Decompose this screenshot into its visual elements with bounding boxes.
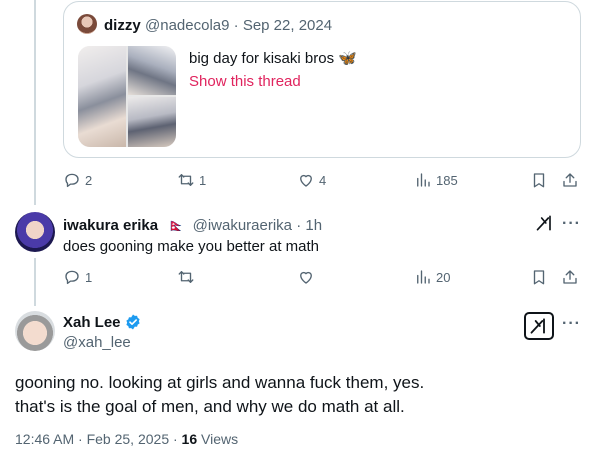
thread-line-mid xyxy=(34,258,36,306)
reply-author-line: iwakura erika 🇳🇵 @iwakuraerika · 1h xyxy=(63,217,322,234)
show-thread-link[interactable]: Show this thread xyxy=(189,73,301,90)
quoted-media-grid[interactable] xyxy=(78,46,176,147)
repost-icon xyxy=(178,174,194,186)
main-author-handle[interactable]: @xah_lee xyxy=(63,334,131,351)
main-views-count: 16 xyxy=(181,431,198,447)
repost-button[interactable] xyxy=(177,268,199,286)
bookmark-button[interactable] xyxy=(530,171,548,189)
grok-icon[interactable] xyxy=(535,213,555,233)
like-button[interactable]: 4 xyxy=(297,171,326,189)
main-timestamp[interactable]: 12:46 AM · Feb 25, 2025 · xyxy=(15,431,182,447)
bookmark-icon xyxy=(533,270,545,285)
reply-button[interactable]: 1 xyxy=(63,268,92,286)
share-icon xyxy=(563,270,577,284)
like-icon xyxy=(300,174,312,187)
quoted-tweet-card[interactable]: dizzy @nadecola9 · Sep 22, 2024 big day … xyxy=(63,1,581,158)
like-button[interactable] xyxy=(297,268,319,286)
reply-more-icon[interactable]: ··· xyxy=(562,215,581,233)
parent-action-row: 2 1 4 185 xyxy=(63,171,583,193)
quoted-tweet-text: big day for kisaki bros 🦋 xyxy=(189,50,357,67)
share-button[interactable] xyxy=(561,171,579,189)
main-tweet-line-2: that's is the goal of men, and why we do… xyxy=(15,397,405,416)
quoted-author-handle: @nadecola9 xyxy=(145,17,230,34)
meta-separator: · xyxy=(296,217,302,234)
views-button[interactable]: 185 xyxy=(414,171,458,189)
bookmark-icon xyxy=(533,173,545,188)
main-tweet-meta: 12:46 AM · Feb 25, 2025 · 16 Views xyxy=(15,431,238,447)
views-icon xyxy=(417,270,430,284)
like-count: 4 xyxy=(319,172,327,188)
reply-button[interactable]: 2 xyxy=(63,171,92,189)
views-button[interactable]: 20 xyxy=(414,268,450,286)
share-button[interactable] xyxy=(561,268,579,286)
reply-count: 2 xyxy=(85,172,93,188)
reply-icon xyxy=(65,270,79,285)
reply-icon xyxy=(65,173,79,188)
quoted-date: Sep 22, 2024 xyxy=(242,17,333,34)
like-icon xyxy=(300,271,312,284)
main-tweet-line-1: gooning no. looking at girls and wanna f… xyxy=(15,373,425,392)
main-author-name-row[interactable]: Xah Lee xyxy=(63,313,142,331)
repost-icon xyxy=(178,271,194,283)
meta-separator: · xyxy=(233,17,239,34)
views-count: 20 xyxy=(436,269,451,285)
verified-badge-icon xyxy=(125,314,140,330)
reply-author-avatar[interactable] xyxy=(15,212,55,252)
quoted-photo-2[interactable] xyxy=(128,46,176,95)
views-icon xyxy=(417,173,430,187)
reply-author-handle[interactable]: @iwakuraerika xyxy=(193,217,292,234)
bookmark-button[interactable] xyxy=(530,268,548,286)
main-more-icon[interactable]: ··· xyxy=(562,315,581,333)
reply-author-name[interactable]: iwakura erika xyxy=(63,217,158,234)
quoted-author-name: dizzy xyxy=(104,17,141,34)
reply-time[interactable]: 1h xyxy=(305,217,322,234)
reply-count: 1 xyxy=(85,269,93,285)
grok-button[interactable] xyxy=(524,312,554,340)
grok-icon xyxy=(530,318,545,334)
reply-action-row: 1 20 xyxy=(63,268,583,290)
main-author-avatar[interactable] xyxy=(15,311,55,351)
repost-button[interactable]: 1 xyxy=(177,171,206,189)
quoted-photo-3[interactable] xyxy=(128,97,176,147)
main-tweet-text: gooning no. looking at girls and wanna f… xyxy=(15,371,424,419)
repost-count: 1 xyxy=(199,172,207,188)
quoted-author-meta: @nadecola9 · Sep 22, 2024 xyxy=(145,17,332,34)
nepal-flag-icon: 🇳🇵 xyxy=(168,218,185,233)
main-views-label: Views xyxy=(197,431,239,447)
quoted-author-avatar xyxy=(77,14,97,34)
reply-tweet-text: does gooning make you better at math xyxy=(63,238,319,255)
thread-line-top xyxy=(34,0,36,205)
quoted-photo-1[interactable] xyxy=(78,46,126,147)
share-icon xyxy=(563,173,577,187)
views-count: 185 xyxy=(436,172,458,188)
main-author-name[interactable]: Xah Lee xyxy=(63,314,121,331)
